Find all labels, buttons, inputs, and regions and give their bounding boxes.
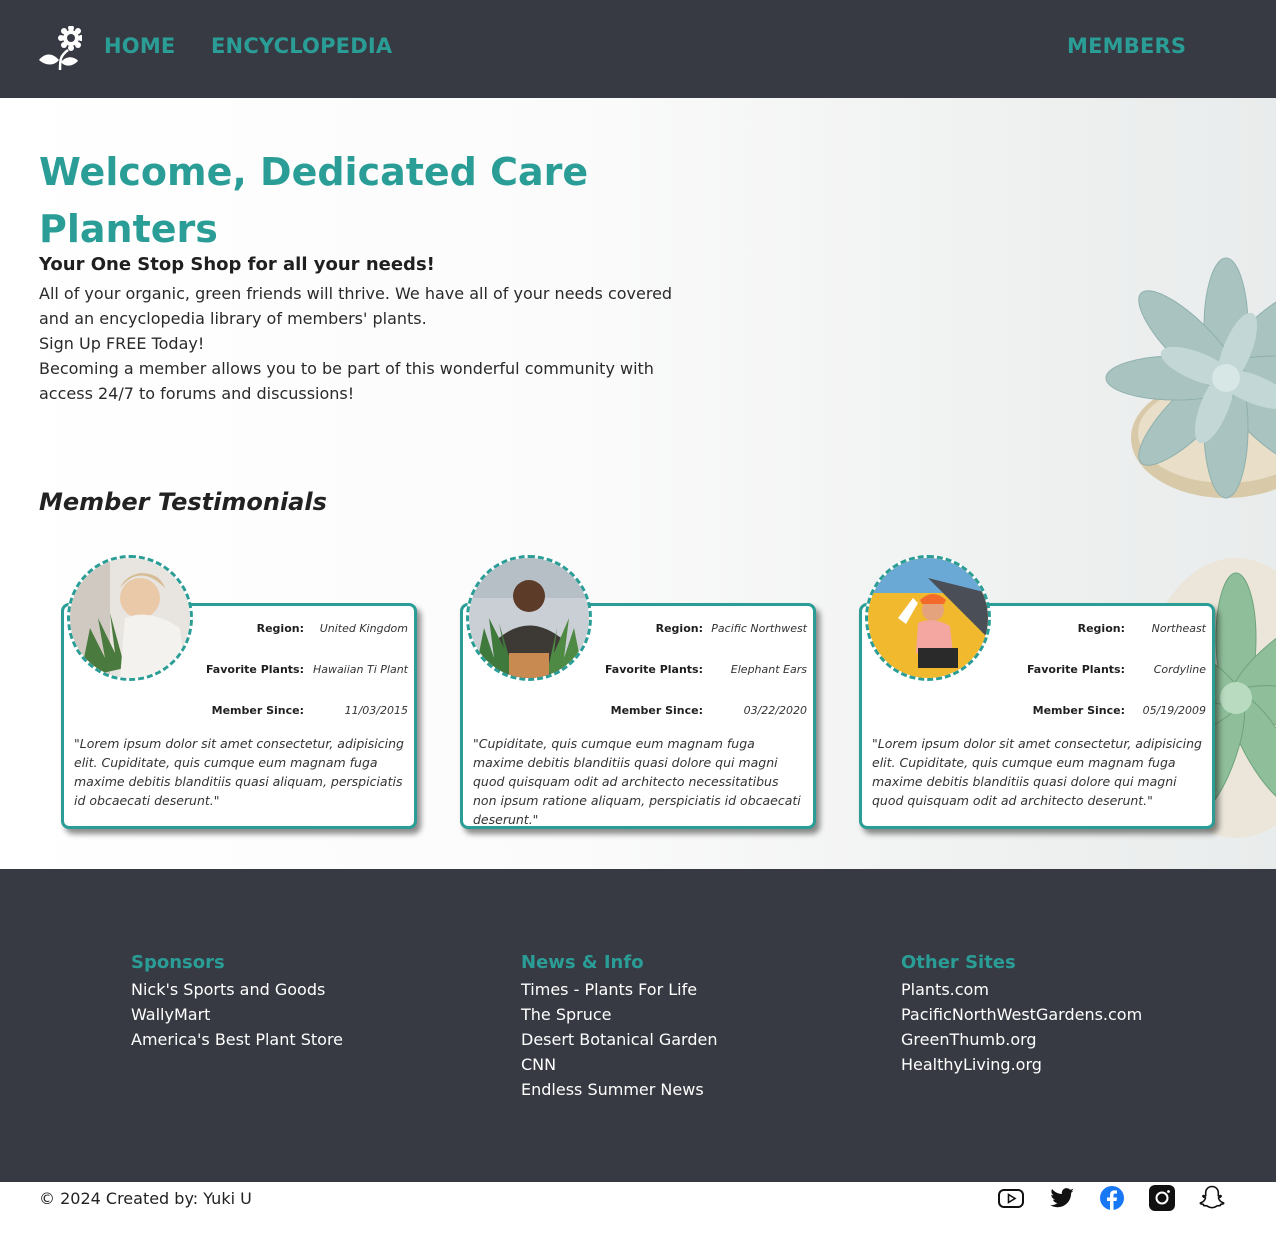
member-avatar <box>865 555 991 681</box>
footer-link[interactable]: Endless Summer News <box>521 1077 717 1102</box>
region-label: Region: <box>256 622 304 635</box>
testimonial-quote: "Lorem ipsum dolor sit amet consectetur,… <box>74 736 404 808</box>
footer-link[interactable]: Nick's Sports and Goods <box>131 977 343 1002</box>
hero-line: Becoming a member allows you to be part … <box>39 359 654 403</box>
nav-members-link[interactable]: MEMBERS <box>1067 34 1186 58</box>
flower-plant-icon[interactable] <box>38 26 82 72</box>
footer-link[interactable]: Desert Botanical Garden <box>521 1027 717 1052</box>
footer-link[interactable]: Times - Plants For Life <box>521 977 717 1002</box>
footer-sponsors-column: Sponsors Nick's Sports and Goods WallyMa… <box>131 952 343 1052</box>
footer-news-column: News & Info Times - Plants For Life The … <box>521 952 717 1102</box>
favorite-label: Favorite Plants: <box>205 663 304 676</box>
page-title: Welcome, Dedicated Care Planters <box>39 150 589 251</box>
since-value: 03/22/2020 <box>743 704 807 717</box>
footer-link[interactable]: PacificNorthWestGardens.com <box>901 1002 1142 1027</box>
top-navbar: HOME ENCYCLOPEDIA MEMBERS <box>0 0 1276 98</box>
testimonial-quote: "Lorem ipsum dolor sit amet consectetur,… <box>872 736 1202 808</box>
instagram-icon[interactable] <box>1148 1184 1176 1212</box>
since-label: Member Since: <box>610 704 703 717</box>
region-label: Region: <box>1077 622 1125 635</box>
footer-link[interactable]: WallyMart <box>131 1002 343 1027</box>
footer-link[interactable]: Plants.com <box>901 977 1142 1002</box>
member-avatar <box>67 555 193 681</box>
footer-link[interactable]: CNN <box>521 1052 717 1077</box>
favorite-label: Favorite Plants: <box>1026 663 1125 676</box>
footer-link[interactable]: GreenThumb.org <box>901 1027 1142 1052</box>
region-value: United Kingdom <box>319 622 408 635</box>
since-label: Member Since: <box>211 704 304 717</box>
succulent-image <box>1105 257 1276 499</box>
youtube-icon[interactable] <box>997 1184 1025 1212</box>
since-value: 05/19/2009 <box>1142 704 1206 717</box>
region-value: Northeast <box>1151 622 1206 635</box>
twitter-icon[interactable] <box>1048 1184 1076 1212</box>
hero-subtitle: Your One Stop Shop for all your needs! <box>39 254 435 275</box>
footer-heading: Sponsors <box>131 952 225 973</box>
footer-link[interactable]: America's Best Plant Store <box>131 1027 343 1052</box>
hero-signup-line: Sign Up FREE Today! <box>39 334 205 353</box>
facebook-icon[interactable] <box>1098 1184 1126 1212</box>
member-avatar <box>466 555 592 681</box>
testimonials-heading: Member Testimonials <box>39 488 327 516</box>
nav-home-link[interactable]: HOME <box>104 34 175 58</box>
copyright-text: © 2024 Created by: Yuki U <box>39 1189 252 1208</box>
nav-encyclopedia-link[interactable]: ENCYCLOPEDIA <box>211 34 392 58</box>
hero-line: All of your organic, green friends will … <box>39 284 673 328</box>
footer-heading: News & Info <box>521 952 644 973</box>
favorite-label: Favorite Plants: <box>604 663 703 676</box>
favorite-value: Cordyline <box>1153 663 1206 676</box>
since-label: Member Since: <box>1032 704 1125 717</box>
favorite-value: Elephant Ears <box>730 663 807 676</box>
footer-heading: Other Sites <box>901 952 1016 973</box>
favorite-value: Hawaiian Ti Plant <box>312 663 408 676</box>
since-value: 11/03/2015 <box>344 704 408 717</box>
footer-link[interactable]: HealthyLiving.org <box>901 1052 1142 1077</box>
footer-link[interactable]: The Spruce <box>521 1002 717 1027</box>
site-footer: Sponsors Nick's Sports and Goods WallyMa… <box>0 869 1276 1182</box>
hero-description: All of your organic, green friends will … <box>39 281 679 406</box>
region-label: Region: <box>655 622 703 635</box>
testimonial-quote: "Cupiditate, quis cumque eum magnam fuga… <box>473 736 801 827</box>
region-value: Pacific Northwest <box>711 622 807 635</box>
snapchat-icon[interactable] <box>1198 1184 1226 1212</box>
footer-other-sites-column: Other Sites Plants.com PacificNorthWestG… <box>901 952 1142 1077</box>
